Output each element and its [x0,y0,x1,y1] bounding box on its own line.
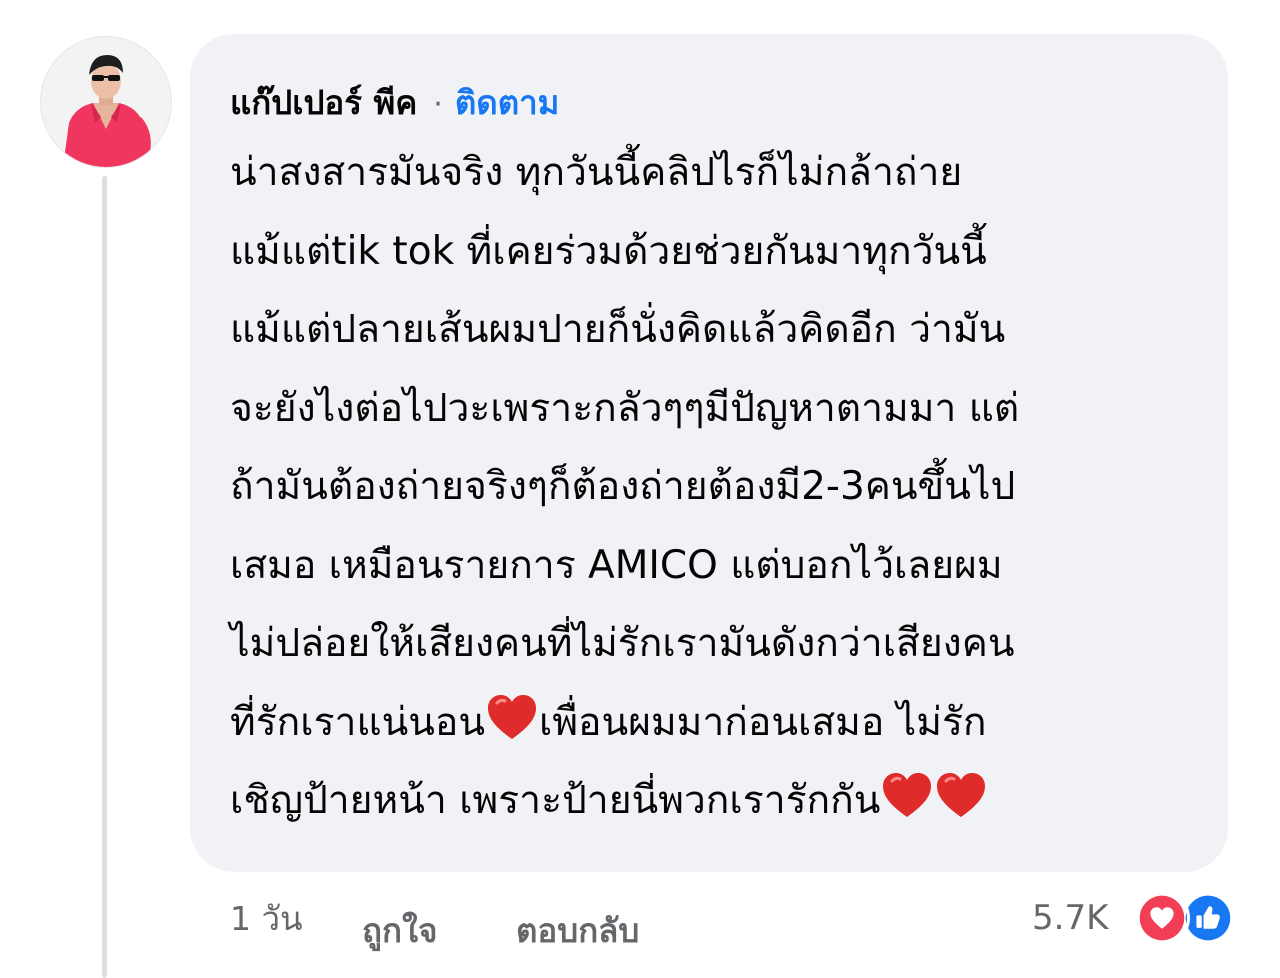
comment-text: น่าสงสารมันจริง ทุกวันนี้คลิปไรก็ไม่กล้า… [230,134,1220,841]
comment-timestamp[interactable]: 1 วัน [230,892,303,945]
separator-dot: · [433,87,443,122]
reaction-summary[interactable] [1134,890,1244,950]
comment-thread: แก๊ปเปอร์ พีค · ติดตาม น่าสงสารมันจริง ท… [0,0,1280,978]
comment-line: แม้แต่ปลายเส้นผมปายก็นั่งคิดแล้วคิดอีก ว… [230,307,1006,352]
comment-line-segment: เพื่อนผมมาก่อนเสมอ ไม่รัก [539,699,987,745]
avatar-image [41,37,171,167]
red-heart-icon [883,773,932,817]
red-heart-icon [488,694,536,739]
comment-actions: 1 วัน ถูกใจ ตอบกลับ 5.7K [0,888,1280,958]
comment-line: แม้แต่tik tok ที่เคยร่วมด้วยช่วยกันมาทุก… [230,228,987,274]
follow-button[interactable]: ติดตาม [455,76,560,129]
reaction-count[interactable]: 5.7K [1032,898,1108,938]
comment-line: เชิญป้ายหน้า เพราะป้ายนี่พวกเรารักกัน [230,762,1220,841]
comment-line: เสมอ เหมือนรายการ AMICO แต่บอกไว้เลยผม [230,542,1003,588]
comment-line-segment: ที่รักเราแน่นอน [230,699,485,745]
comment-header: แก๊ปเปอร์ พีค · ติดตาม [230,76,559,129]
thread-connector-line [102,176,107,978]
author-name[interactable]: แก๊ปเปอร์ พีค [230,76,417,129]
like-button[interactable]: ถูกใจ [362,904,437,957]
avatar[interactable] [40,36,172,168]
love-icon [1134,890,1190,946]
comment-line: ถ้ามันต้องถ่ายจริงๆก็ต้องถ่ายต้องมี2-3คน… [230,464,1016,509]
red-heart-icon [937,773,986,817]
comment-line: น่าสงสารมันจริง ทุกวันนี้คลิปไรก็ไม่กล้า… [230,150,963,195]
comment-line: ที่รักเราแน่นอน เพื่อนผมมาก่อนเสมอ ไม่รัก [230,684,1220,763]
comment-line-segment: เชิญป้ายหน้า เพราะป้ายนี่พวกเรารักกัน [230,778,881,823]
reply-button[interactable]: ตอบกลับ [516,904,639,957]
comment-line: ไม่ปล่อยให้เสียงคนที่ไม่รักเรามันดังกว่า… [230,621,1015,666]
comment-bubble: แก๊ปเปอร์ พีค · ติดตาม น่าสงสารมันจริง ท… [190,34,1228,872]
comment-line: จะยังไงต่อไปวะเพราะกลัวๆๆมีปัญหาตามมา แต… [230,385,1020,431]
